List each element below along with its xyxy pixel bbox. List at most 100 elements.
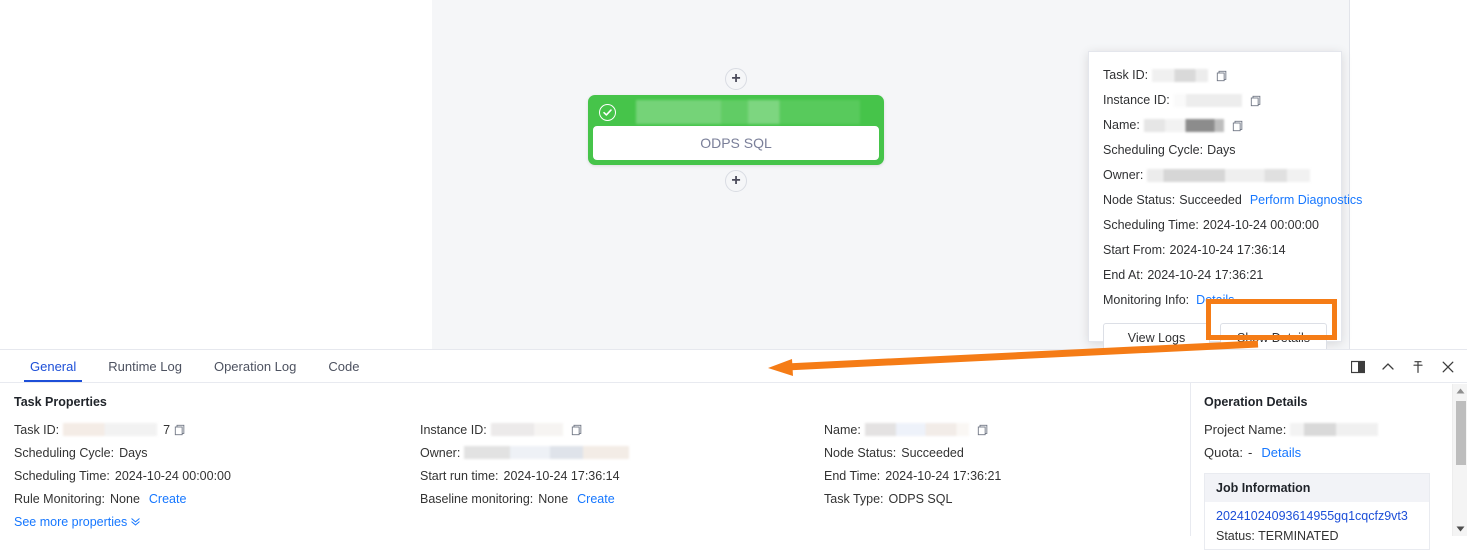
owner-label: Owner: (1103, 168, 1144, 183)
start-from-value: 2024-10-24 17:36:14 (1169, 243, 1286, 258)
task-id-value-redacted (63, 423, 158, 436)
job-status-row: Status: TERMINATED (1216, 529, 1418, 543)
row-rule-monitoring: Rule Monitoring: None Create (14, 487, 414, 510)
row-name: Name: (824, 418, 1184, 441)
instance-id-label: Instance ID: (1103, 93, 1170, 108)
row-quota: Quota: - Details (1204, 441, 1432, 464)
baseline-monitoring-create-link[interactable]: Create (577, 492, 615, 506)
row-owner: Owner: (420, 441, 820, 464)
job-information-title: Job Information (1205, 474, 1429, 502)
scrollbar-down-arrow[interactable] (1453, 522, 1467, 536)
panel-window-controls (1351, 350, 1455, 383)
scrollbar-thumb[interactable] (1456, 401, 1466, 465)
tab-label: Code (328, 358, 360, 374)
scheduling-cycle-label: Scheduling Cycle: (14, 445, 115, 460)
section-title-operation-details: Operation Details (1204, 395, 1308, 409)
end-at-value: 2024-10-24 17:36:21 (1147, 268, 1264, 283)
tab-general[interactable]: General (14, 350, 92, 382)
scheduling-cycle-value: Days (119, 445, 148, 460)
row-node-status: Node Status: Succeeded (824, 441, 1184, 464)
project-name-value-redacted (1290, 423, 1379, 436)
dag-node-header (590, 97, 882, 127)
details-panel-scrollbar[interactable] (1452, 384, 1467, 536)
popover-row-start-from: Start From: 2024-10-24 17:36:14 (1103, 238, 1327, 263)
monitoring-info-label: Monitoring Info: (1103, 293, 1190, 308)
tab-operation-log[interactable]: Operation Log (198, 350, 312, 382)
node-status-label: Node Status: (1103, 193, 1176, 208)
name-value-redacted (864, 423, 969, 436)
dag-node-wrapper: + ODPS SQL + (588, 68, 884, 192)
details-bottom-panel: General Runtime Log Operation Log Code T… (0, 349, 1467, 550)
baseline-monitoring-value: None (538, 491, 569, 506)
row-scheduling-cycle: Scheduling Cycle: Days (14, 441, 414, 464)
tab-code[interactable]: Code (312, 350, 375, 382)
row-start-run-time: Start run time: 2024-10-24 17:36:14 (420, 464, 820, 487)
column2-spacer (420, 395, 820, 418)
owner-label: Owner: (420, 445, 461, 460)
popover-row-name: Name: (1103, 113, 1327, 138)
dag-node-odps-sql[interactable]: ODPS SQL (588, 95, 884, 165)
task-id-label: Task ID: (14, 422, 60, 437)
instance-id-value-redacted (1173, 94, 1242, 107)
operation-details-column: Operation Details Project Name: Quota: -… (1204, 395, 1432, 550)
section-title-task-properties: Task Properties (14, 395, 107, 409)
scheduling-cycle-value: Days (1207, 143, 1236, 158)
start-run-time-value: 2024-10-24 17:36:14 (503, 468, 620, 483)
close-icon[interactable] (1441, 360, 1455, 374)
rule-monitoring-label: Rule Monitoring: (14, 491, 106, 506)
row-end-time: End Time: 2024-10-24 17:36:21 (824, 464, 1184, 487)
popover-row-scheduling-cycle: Scheduling Cycle: Days (1103, 138, 1327, 163)
task-id-suffix: 7 (163, 422, 171, 437)
instance-id-label: Instance ID: (420, 422, 487, 437)
quota-label: Quota: (1204, 445, 1244, 460)
copy-icon[interactable] (1232, 120, 1244, 132)
instance-id-value-redacted (490, 423, 563, 436)
scrollbar-up-arrow[interactable] (1453, 384, 1467, 398)
add-downstream-node-button[interactable]: + (725, 170, 747, 192)
copy-icon[interactable] (571, 424, 583, 436)
node-status-value: Succeeded (901, 445, 964, 460)
node-status-label: Node Status: (824, 445, 897, 460)
copy-icon[interactable] (1216, 70, 1228, 82)
task-type-label: Task Type: (824, 491, 884, 506)
copy-icon[interactable] (1250, 95, 1262, 107)
task-id-label: Task ID: (1103, 68, 1149, 83)
start-from-label: Start From: (1103, 243, 1166, 258)
row-project-name: Project Name: (1204, 418, 1432, 441)
tab-runtime-log[interactable]: Runtime Log (92, 350, 198, 382)
row-scheduling-time: Scheduling Time: 2024-10-24 00:00:00 (14, 464, 414, 487)
end-time-value: 2024-10-24 17:36:21 (885, 468, 1002, 483)
node-properties-column: Name: Node Status: Succeeded End Time: 2… (824, 395, 1184, 510)
popover-row-end-at: End At: 2024-10-24 17:36:21 (1103, 263, 1327, 288)
chevron-double-down-icon[interactable] (130, 516, 141, 527)
owner-value-redacted (1147, 169, 1311, 182)
add-upstream-node-button[interactable]: + (725, 68, 747, 90)
name-label: Name: (824, 422, 861, 437)
dag-node-title-redacted (636, 100, 860, 124)
scheduling-time-value: 2024-10-24 00:00:00 (114, 468, 231, 483)
quota-details-link[interactable]: Details (1261, 445, 1301, 460)
row-see-more-properties[interactable]: See more properties (14, 510, 414, 533)
check-circle-icon (599, 103, 616, 121)
panel-vertical-divider (1190, 383, 1191, 536)
rule-monitoring-create-link[interactable]: Create (149, 492, 187, 506)
see-more-properties-link[interactable]: See more properties (14, 515, 127, 529)
pin-icon[interactable] (1411, 360, 1425, 374)
copy-icon[interactable] (977, 424, 989, 436)
copy-icon[interactable] (174, 424, 186, 436)
name-label: Name: (1103, 118, 1140, 133)
job-id-link[interactable]: 20241024093614955gq1cqcfz9vt3 (1216, 509, 1418, 523)
split-panel-icon[interactable] (1351, 360, 1365, 374)
popover-row-instance-id: Instance ID: (1103, 88, 1327, 113)
job-information-body: 20241024093614955gq1cqcfz9vt3 Status: TE… (1205, 502, 1429, 549)
project-name-label: Project Name: (1204, 422, 1287, 437)
details-panel-body: Task Properties Task ID: 7 Scheduling Cy… (0, 383, 1467, 550)
owner-value-redacted (464, 446, 630, 459)
start-run-time-label: Start run time: (420, 468, 499, 483)
details-tabbar: General Runtime Log Operation Log Code (0, 350, 1467, 383)
popover-row-owner: Owner: (1103, 163, 1327, 188)
scheduling-time-label: Scheduling Time: (14, 468, 110, 483)
perform-diagnostics-link[interactable]: Perform Diagnostics (1250, 194, 1363, 207)
chevron-up-icon[interactable] (1381, 360, 1395, 374)
scheduling-cycle-label: Scheduling Cycle: (1103, 143, 1204, 158)
